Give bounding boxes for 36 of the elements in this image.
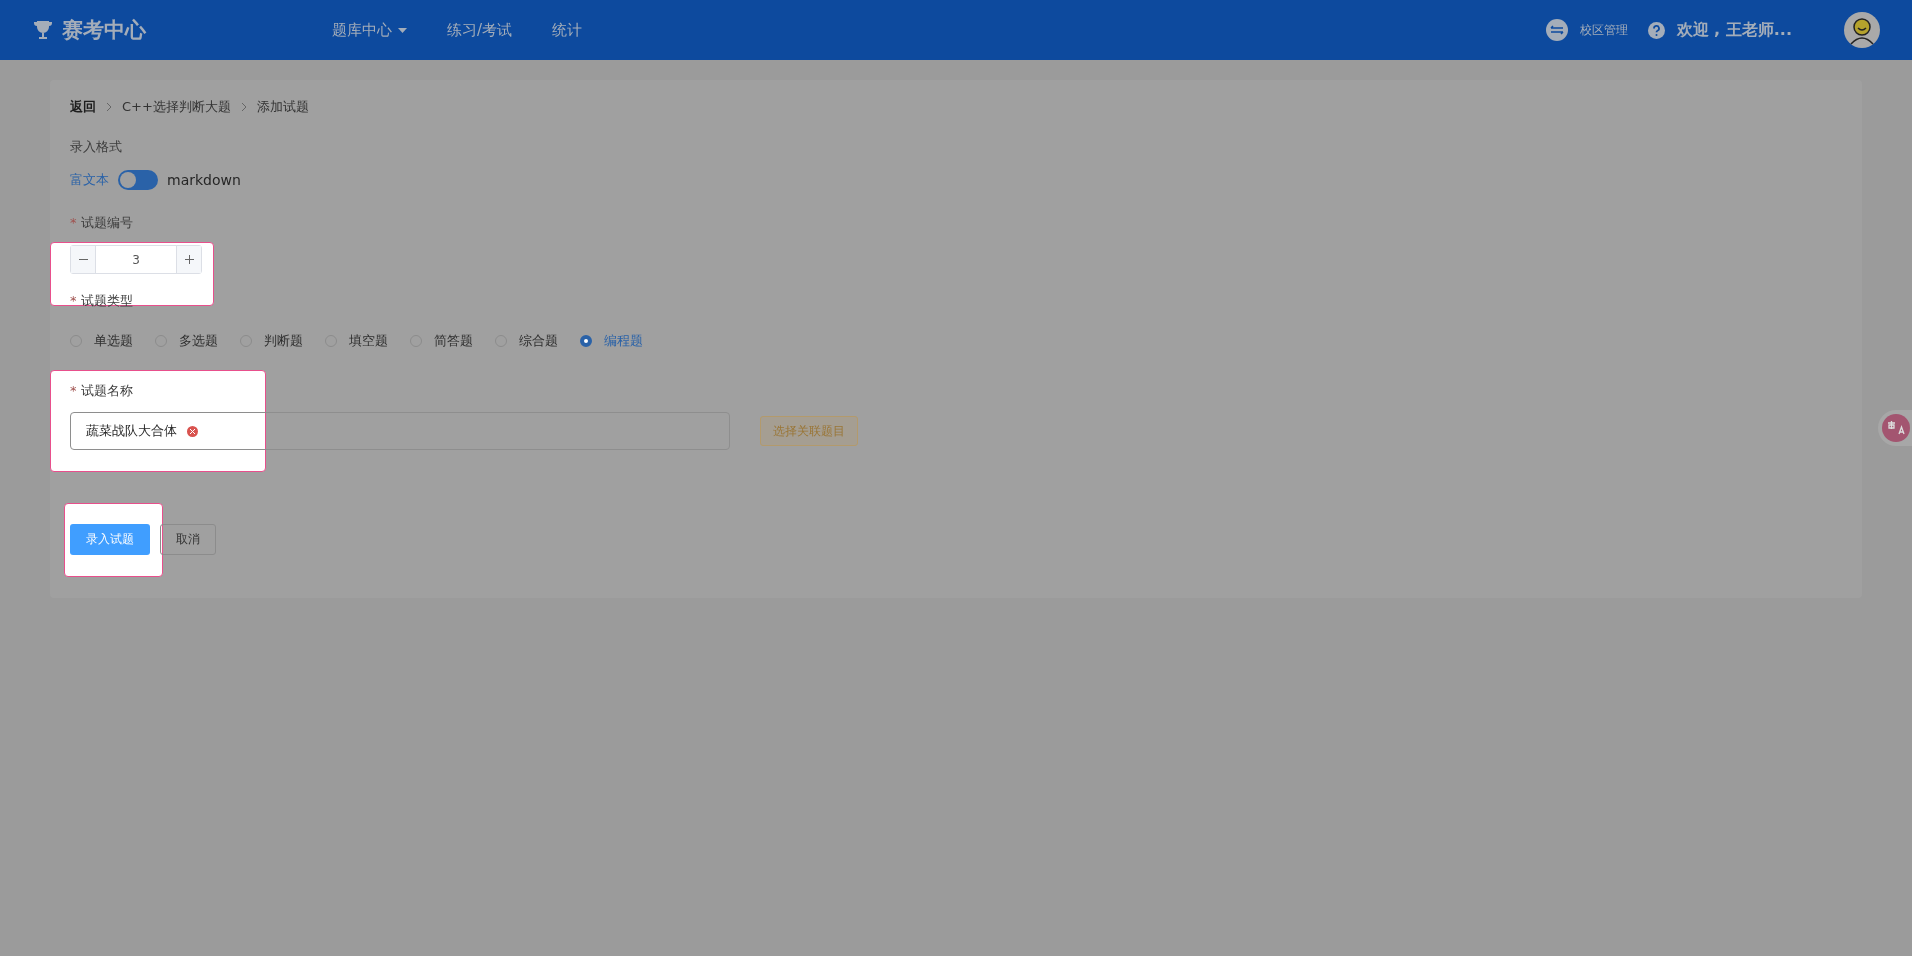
cancel-button[interactable]: 取消 [160, 524, 216, 555]
breadcrumb-item: 添加试题 [256, 98, 309, 116]
increment-button[interactable] [177, 246, 201, 273]
type-radio[interactable]: 多选题 [155, 332, 218, 350]
type-radio[interactable]: 单选题 [70, 332, 133, 350]
campus-link[interactable]: 校区管理 [1579, 21, 1628, 39]
clear-icon[interactable] [187, 425, 198, 437]
nav-item[interactable]: 题库中心 [332, 20, 407, 40]
swap-icon[interactable] [1545, 19, 1568, 41]
breadcrumb-item[interactable]: C++选择判断大题 [122, 98, 231, 116]
nav-item[interactable]: 统计 [552, 20, 583, 40]
type-radio[interactable]: 判断题 [240, 332, 303, 350]
number-input[interactable]: 3 [70, 245, 202, 274]
translate-button[interactable] [1878, 410, 1912, 446]
field-label: * 试题名称 [70, 382, 134, 400]
type-radio[interactable]: 简答题 [410, 332, 473, 350]
type-radio[interactable]: 填空题 [325, 332, 388, 350]
name-input[interactable]: 蔬菜战队大合体 [70, 412, 730, 450]
translate-icon [1882, 414, 1910, 442]
trophy-icon [32, 19, 54, 41]
chevron-icon [106, 102, 112, 112]
type-radio[interactable]: 综合题 [495, 332, 558, 350]
format-switch[interactable] [118, 170, 158, 190]
welcome-text[interactable]: 欢迎 , 王老师... [1676, 19, 1792, 41]
chevron-icon [240, 102, 247, 112]
breadcrumb-item[interactable]: 返回 [70, 98, 96, 116]
nav-item[interactable]: 练习/考试 [447, 20, 513, 40]
field-label: * 试题编号 [70, 214, 134, 232]
field-label: * 试题类型 [70, 292, 134, 310]
field-label: 录入格式 [70, 138, 123, 156]
help-icon[interactable] [1647, 21, 1665, 39]
format-option[interactable]: markdown [167, 172, 241, 188]
logo-text: 赛考中心 [62, 17, 146, 44]
plus-icon [184, 255, 194, 264]
avatar-icon[interactable] [1844, 12, 1880, 48]
submit-button[interactable]: 录入试题 [70, 524, 150, 555]
